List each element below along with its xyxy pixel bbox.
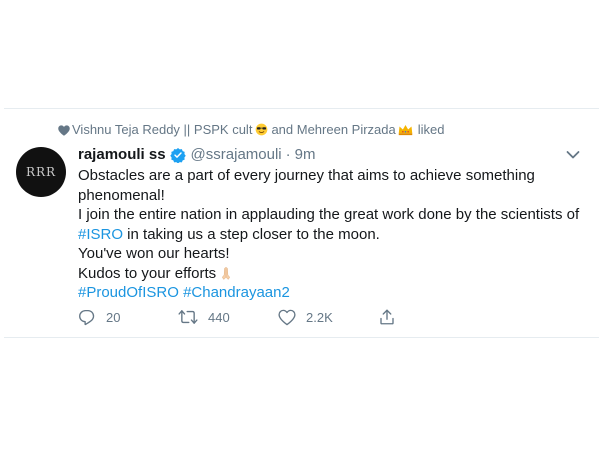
tweet-line: You've won our hearts!: [78, 245, 230, 262]
folded-hands-icon: [222, 267, 231, 280]
display-name[interactable]: rajamouli ss: [78, 146, 166, 163]
retweet-button[interactable]: 440: [178, 308, 278, 326]
separator-dot: ·: [285, 146, 291, 163]
tweet-card[interactable]: Vishnu Teja Reddy || PSPK cult and Mehre…: [4, 108, 599, 338]
avatar[interactable]: RRR: [16, 147, 66, 197]
tweet-line: I join the entire nation in applauding t…: [78, 206, 580, 223]
share-icon: [380, 309, 394, 325]
social-context: Vishnu Teja Reddy || PSPK cult and Mehre…: [56, 122, 445, 137]
tweet-actions: 20 440 2.2K: [78, 308, 406, 326]
social-context-liker-2[interactable]: and Mehreen Pirzada: [271, 122, 395, 137]
reply-button[interactable]: 20: [78, 308, 178, 326]
like-count: 2.2K: [306, 309, 333, 325]
reply-count: 20: [106, 309, 121, 325]
handle[interactable]: @ssrajamouli: [191, 146, 282, 163]
tweet-line: #ISRO in taking us a step closer to the …: [78, 225, 578, 245]
social-context-suffix: liked: [417, 122, 445, 137]
tweet-text: Obstacles are a part of every journey th…: [78, 166, 580, 303]
reply-icon: [79, 309, 95, 326]
social-context-liker-1[interactable]: Vishnu Teja Reddy || PSPK cult: [72, 122, 252, 137]
tweet-line: #ProudOfISRO #Chandrayaan2: [78, 283, 578, 303]
hashtag-proudofisro[interactable]: #ProudOfISRO: [78, 284, 179, 301]
share-button[interactable]: [378, 308, 406, 326]
heart-icon: [278, 309, 296, 325]
crown-icon: [398, 125, 412, 136]
verified-badge-icon: [169, 147, 186, 163]
timestamp[interactable]: 9m: [295, 146, 316, 163]
chevron-down-icon[interactable]: [566, 150, 580, 160]
smiling-face-with-sunglasses-icon: [256, 123, 268, 136]
tweet-line: Kudos to your efforts: [78, 264, 578, 284]
tweet-line: phenomenal!: [78, 186, 165, 204]
avatar-logo: RRR: [25, 165, 57, 179]
hashtag-chandrayaan2[interactable]: #Chandrayaan2: [183, 284, 290, 301]
tweet-line-text: Kudos to your efforts: [78, 264, 217, 282]
tweet-line: Obstacles are a part of every journey th…: [78, 167, 535, 184]
tweet-line-rest: in taking us a step closer to the moon.: [123, 225, 380, 243]
tweet-header: rajamouli ss @ssrajamouli · 9m: [78, 146, 315, 163]
hashtag-isro[interactable]: #ISRO: [78, 226, 123, 243]
retweet-count: 440: [208, 309, 230, 325]
retweet-icon: [178, 310, 198, 324]
like-button[interactable]: 2.2K: [278, 309, 378, 326]
